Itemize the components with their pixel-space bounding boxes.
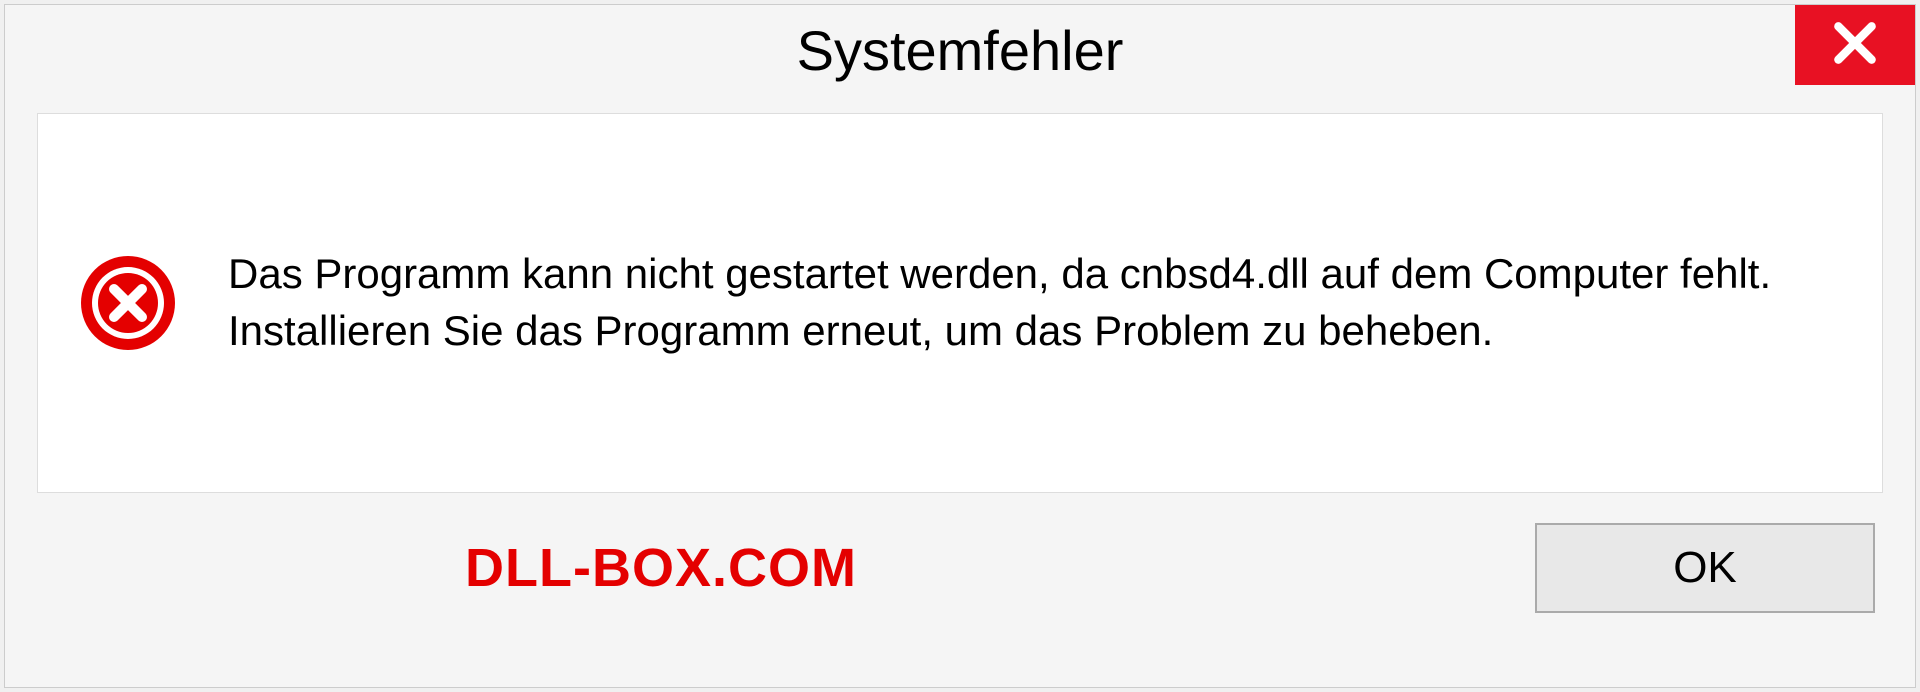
close-icon [1830,18,1880,73]
message-panel: Das Programm kann nicht gestartet werden… [37,113,1883,493]
close-button[interactable] [1795,5,1915,85]
ok-button[interactable]: OK [1535,523,1875,613]
dialog-title: Systemfehler [797,18,1124,83]
titlebar: Systemfehler [5,5,1915,95]
watermark-text: DLL-BOX.COM [465,537,857,599]
error-icon [78,253,178,353]
error-dialog: Systemfehler Das Programm kann nicht ges… [4,4,1916,688]
error-message: Das Programm kann nicht gestartet werden… [228,246,1842,359]
dialog-footer: DLL-BOX.COM OK [5,493,1915,613]
